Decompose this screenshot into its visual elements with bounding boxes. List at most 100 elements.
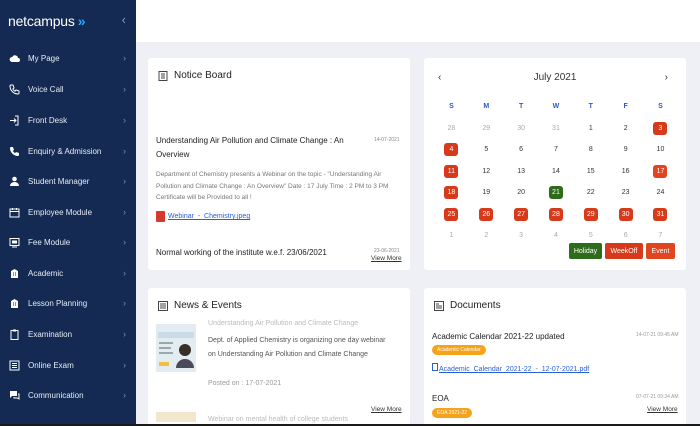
calendar-day-marker: 11: [444, 164, 459, 178]
document-link[interactable]: Academic_Calendar_2021-22_-_12-07-2021.p…: [432, 363, 589, 373]
calendar-day[interactable]: 22: [573, 189, 608, 196]
notice-attachment-link[interactable]: Webinar_-_Chemistry.jpeg: [156, 211, 250, 222]
notice-date: 14-07-2021: [374, 137, 400, 143]
sidebar-item-voice-call[interactable]: Voice Call ›: [0, 76, 136, 102]
calendar-day[interactable]: 11: [434, 164, 469, 178]
calendar-day[interactable]: 9: [608, 146, 643, 153]
news-events-title: News & Events: [158, 300, 242, 311]
notice-board-icon: [158, 70, 168, 81]
sidebar-item-employee-module[interactable]: Employee Module ›: [0, 199, 136, 225]
calendar-day[interactable]: 30: [608, 207, 643, 221]
weekday-label: M: [483, 103, 490, 111]
logo[interactable]: netcampus »: [0, 0, 136, 42]
sidebar-item-lesson-planning[interactable]: Lesson Planning ›: [0, 290, 136, 316]
sidebar-item-my-page[interactable]: My Page ›: [0, 45, 136, 71]
calendar-day[interactable]: 26: [469, 207, 504, 221]
calendar-day[interactable]: 6: [504, 146, 539, 153]
calendar-day[interactable]: 1: [573, 125, 608, 132]
calendar-day[interactable]: 7: [643, 232, 678, 239]
calendar-day[interactable]: 2: [608, 125, 643, 132]
calendar-day[interactable]: 12: [469, 168, 504, 175]
view-more-link[interactable]: View More: [371, 406, 402, 413]
calendar-day[interactable]: 17: [643, 164, 678, 178]
sidebar-item-student-manager[interactable]: Student Manager ›: [0, 168, 136, 194]
calendar-day[interactable]: 20: [504, 189, 539, 196]
chevron-right-icon: ›: [123, 176, 126, 186]
calendar-day[interactable]: 18: [434, 186, 469, 200]
calendar-day[interactable]: 5: [469, 146, 504, 153]
calendar-day[interactable]: 19: [469, 189, 504, 196]
calendar-day[interactable]: 24: [643, 189, 678, 196]
calendar-day[interactable]: 5: [573, 232, 608, 239]
calendar-day-marker: 30: [618, 207, 633, 221]
calendar-day[interactable]: 28: [539, 207, 574, 221]
sidebar-item-enquiry-admission[interactable]: Enquiry & Admission ›: [0, 138, 136, 164]
calendar-day[interactable]: 3: [643, 121, 678, 135]
collapse-sidebar-icon[interactable]: ‹: [122, 12, 126, 27]
calendar-day-marker: 21: [548, 186, 563, 200]
notice-title[interactable]: Normal working of the institute w.e.f. 2…: [156, 246, 356, 260]
news-thumbnail[interactable]: [156, 324, 196, 372]
calendar-day[interactable]: 23: [608, 189, 643, 196]
sidebar-item-label: Academic: [28, 268, 64, 278]
chevron-right-icon: ›: [123, 84, 126, 94]
clipboard-icon: [9, 329, 20, 340]
calendar-day[interactable]: 2: [469, 232, 504, 239]
calendar-day[interactable]: 7: [539, 146, 574, 153]
calendar-day[interactable]: 15: [573, 168, 608, 175]
calendar-day[interactable]: 21: [539, 186, 574, 200]
view-more-link[interactable]: View More: [647, 406, 678, 413]
calendar-day[interactable]: 31: [539, 125, 574, 132]
sidebar-item-online-exam[interactable]: Online Exam ›: [0, 352, 136, 378]
calendar-day[interactable]: 28: [434, 125, 469, 132]
calendar-day[interactable]: 29: [573, 207, 608, 221]
calendar-day[interactable]: 14: [539, 168, 574, 175]
calendar-day[interactable]: 8: [573, 146, 608, 153]
document-title[interactable]: EOA: [432, 394, 449, 403]
logo-arrows-icon: »: [77, 13, 86, 29]
calendar-day[interactable]: 31: [643, 207, 678, 221]
sidebar-item-academic[interactable]: Academic ›: [0, 260, 136, 286]
building-icon: [9, 298, 20, 309]
sidebar-item-front-desk[interactable]: Front Desk ›: [0, 107, 136, 133]
document-date: 07-07-21 09:34 AM: [636, 394, 679, 400]
chevron-right-icon: ›: [123, 237, 126, 247]
cloud-icon: [9, 53, 20, 64]
calendar-day[interactable]: 29: [469, 125, 504, 132]
chevron-right-icon: ›: [123, 115, 126, 125]
sidebar-item-label: Front Desk: [28, 115, 68, 125]
chevron-right-icon: ›: [123, 146, 126, 156]
calendar-day[interactable]: 30: [504, 125, 539, 132]
calendar-day[interactable]: 13: [504, 168, 539, 175]
documents-icon: [434, 300, 444, 311]
news-posted-date: Posted on : 17-07-2021: [208, 380, 282, 387]
sidebar-item-label: Employee Module: [28, 207, 93, 217]
view-more-link[interactable]: View More: [371, 255, 402, 262]
calendar-day[interactable]: 4: [434, 143, 469, 157]
document-title[interactable]: Academic Calendar 2021-22 updated: [432, 332, 565, 341]
calendar-day[interactable]: 1: [434, 232, 469, 239]
weekday-label: S: [658, 103, 663, 111]
notice-title[interactable]: Understanding Air Pollution and Climate …: [156, 134, 356, 162]
notice-board-title: Notice Board: [158, 70, 232, 81]
sidebar-item-fee-module[interactable]: Fee Module ›: [0, 229, 136, 255]
sidebar-item-label: Communication: [28, 390, 84, 400]
documents-title: Documents: [434, 300, 501, 311]
sidebar-item-label: Examination: [28, 329, 73, 339]
calendar-day[interactable]: 25: [434, 207, 469, 221]
calendar-day[interactable]: 6: [608, 232, 643, 239]
phone-call-icon: [9, 84, 20, 95]
sidebar-item-communication[interactable]: Communication ›: [0, 382, 136, 408]
calendar-day[interactable]: 10: [643, 146, 678, 153]
news-thumbnail[interactable]: [156, 412, 196, 422]
next-month-icon[interactable]: ›: [665, 72, 668, 83]
calendar-day[interactable]: 3: [504, 232, 539, 239]
weekday-label: F: [623, 103, 628, 111]
calendar-day[interactable]: 27: [504, 207, 539, 221]
chat-icon: [9, 390, 20, 401]
chevron-right-icon: ›: [123, 390, 126, 400]
calendar-day[interactable]: 16: [608, 168, 643, 175]
document-badge: Academic Calendar: [432, 345, 486, 355]
calendar-day[interactable]: 4: [539, 232, 574, 239]
sidebar-item-examination[interactable]: Examination ›: [0, 321, 136, 347]
